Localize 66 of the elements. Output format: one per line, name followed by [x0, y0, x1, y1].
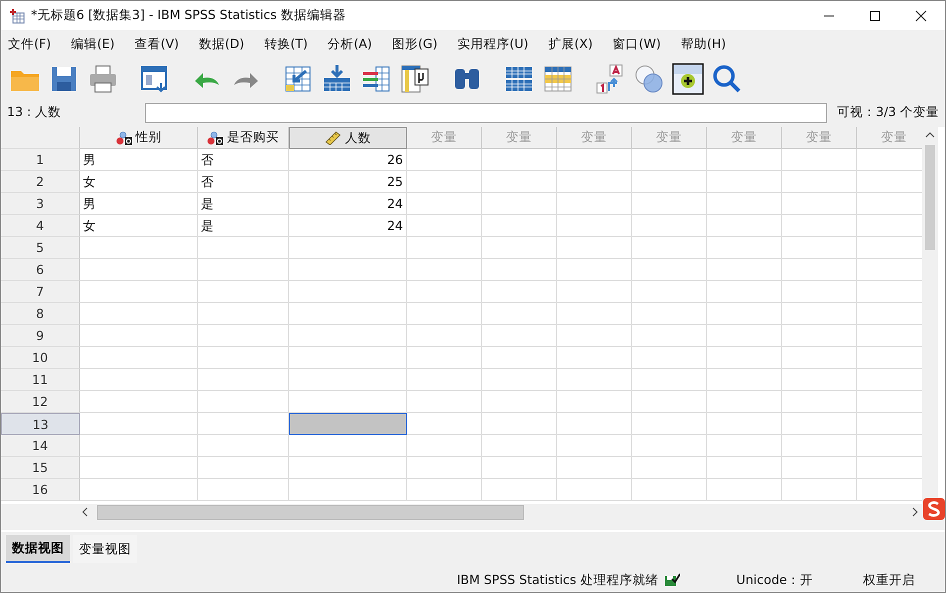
table-cell: 否: [198, 171, 289, 193]
scroll-thumb[interactable]: [97, 504, 524, 520]
vertical-scrollbar[interactable]: [922, 127, 938, 504]
menu-item[interactable]: 转换(T): [264, 36, 308, 52]
row-number[interactable]: 8: [1, 303, 80, 325]
table-cell: 24: [289, 193, 407, 215]
cell-value-field[interactable]: [145, 102, 827, 122]
row-number[interactable]: 14: [1, 435, 80, 457]
menu-item[interactable]: 编辑(E): [70, 36, 115, 52]
table-cell: 否: [198, 149, 289, 171]
menu-item[interactable]: 数据(D): [198, 36, 244, 52]
plus-icon[interactable]: [670, 61, 706, 97]
processor-status: IBM SPSS Statistics 处理程序就绪: [456, 572, 658, 588]
row-number[interactable]: 13: [1, 413, 80, 435]
menu-item[interactable]: 分析(A): [328, 36, 372, 52]
menu-item[interactable]: 查看(V): [134, 36, 179, 52]
row-number[interactable]: 10: [1, 347, 80, 369]
row-number[interactable]: 9: [1, 325, 80, 347]
menu-item[interactable]: 图形(G): [392, 36, 438, 52]
app-icon: [9, 8, 25, 24]
table-cell: 25: [289, 171, 407, 193]
nominal-icon: [116, 130, 132, 144]
window-title: *无标题6 [数据集3] - IBM SPSS Statistics 数据编辑器: [31, 7, 346, 24]
menu-item[interactable]: 文件(F): [8, 36, 51, 52]
view-tab[interactable]: 数据视图: [6, 535, 70, 563]
column-header[interactable]: 是否购买: [198, 127, 289, 149]
table-cell: 26: [289, 149, 407, 171]
nominal-icon: [207, 130, 223, 144]
scroll-right-icon[interactable]: [911, 507, 919, 517]
row-number[interactable]: 1: [1, 149, 80, 171]
row-number[interactable]: 5: [1, 237, 80, 259]
visible-variables: 可视：3/3 个变量: [836, 104, 939, 121]
scroll-left-icon[interactable]: [81, 507, 89, 517]
row-number[interactable]: 16: [1, 479, 80, 501]
menu-item[interactable]: 实用程序(U): [457, 36, 528, 52]
column-header[interactable]: 性别: [80, 127, 198, 149]
table-cell: 是: [198, 193, 289, 215]
table-cell: 男: [80, 193, 198, 215]
menu-item[interactable]: 帮助(H): [680, 36, 726, 52]
scroll-up-icon[interactable]: [925, 131, 935, 139]
row-number[interactable]: 6: [1, 259, 80, 281]
maximize-icon[interactable]: [869, 10, 881, 22]
cell-reference: 13 : 人数: [7, 104, 62, 121]
ready-icon: [664, 573, 680, 587]
row-number[interactable]: 12: [1, 391, 80, 413]
table-cell: 24: [289, 215, 407, 237]
row-number[interactable]: 3: [1, 193, 80, 215]
row-number[interactable]: 7: [1, 281, 80, 303]
row-number[interactable]: 4: [1, 215, 80, 237]
weight-status: 权重开启: [863, 572, 915, 588]
close-icon[interactable]: [915, 10, 927, 22]
table-cell: 女: [80, 215, 198, 237]
column-header[interactable]: 人数: [289, 127, 407, 149]
unicode-status: Unicode：开: [736, 572, 813, 588]
menu-item[interactable]: 扩展(X): [548, 36, 593, 52]
ruler-icon: [325, 131, 341, 145]
active-cell[interactable]: [289, 413, 407, 435]
table-cell: 女: [80, 171, 198, 193]
scroll-thumb[interactable]: [925, 145, 935, 250]
table-cell: 男: [80, 149, 198, 171]
row-number[interactable]: 15: [1, 457, 80, 479]
table-cell: 是: [198, 215, 289, 237]
view-tab[interactable]: 变量视图: [73, 535, 137, 563]
row-number[interactable]: 2: [1, 171, 80, 193]
menu-item[interactable]: 窗口(W): [612, 36, 661, 52]
row-number[interactable]: 11: [1, 369, 80, 391]
